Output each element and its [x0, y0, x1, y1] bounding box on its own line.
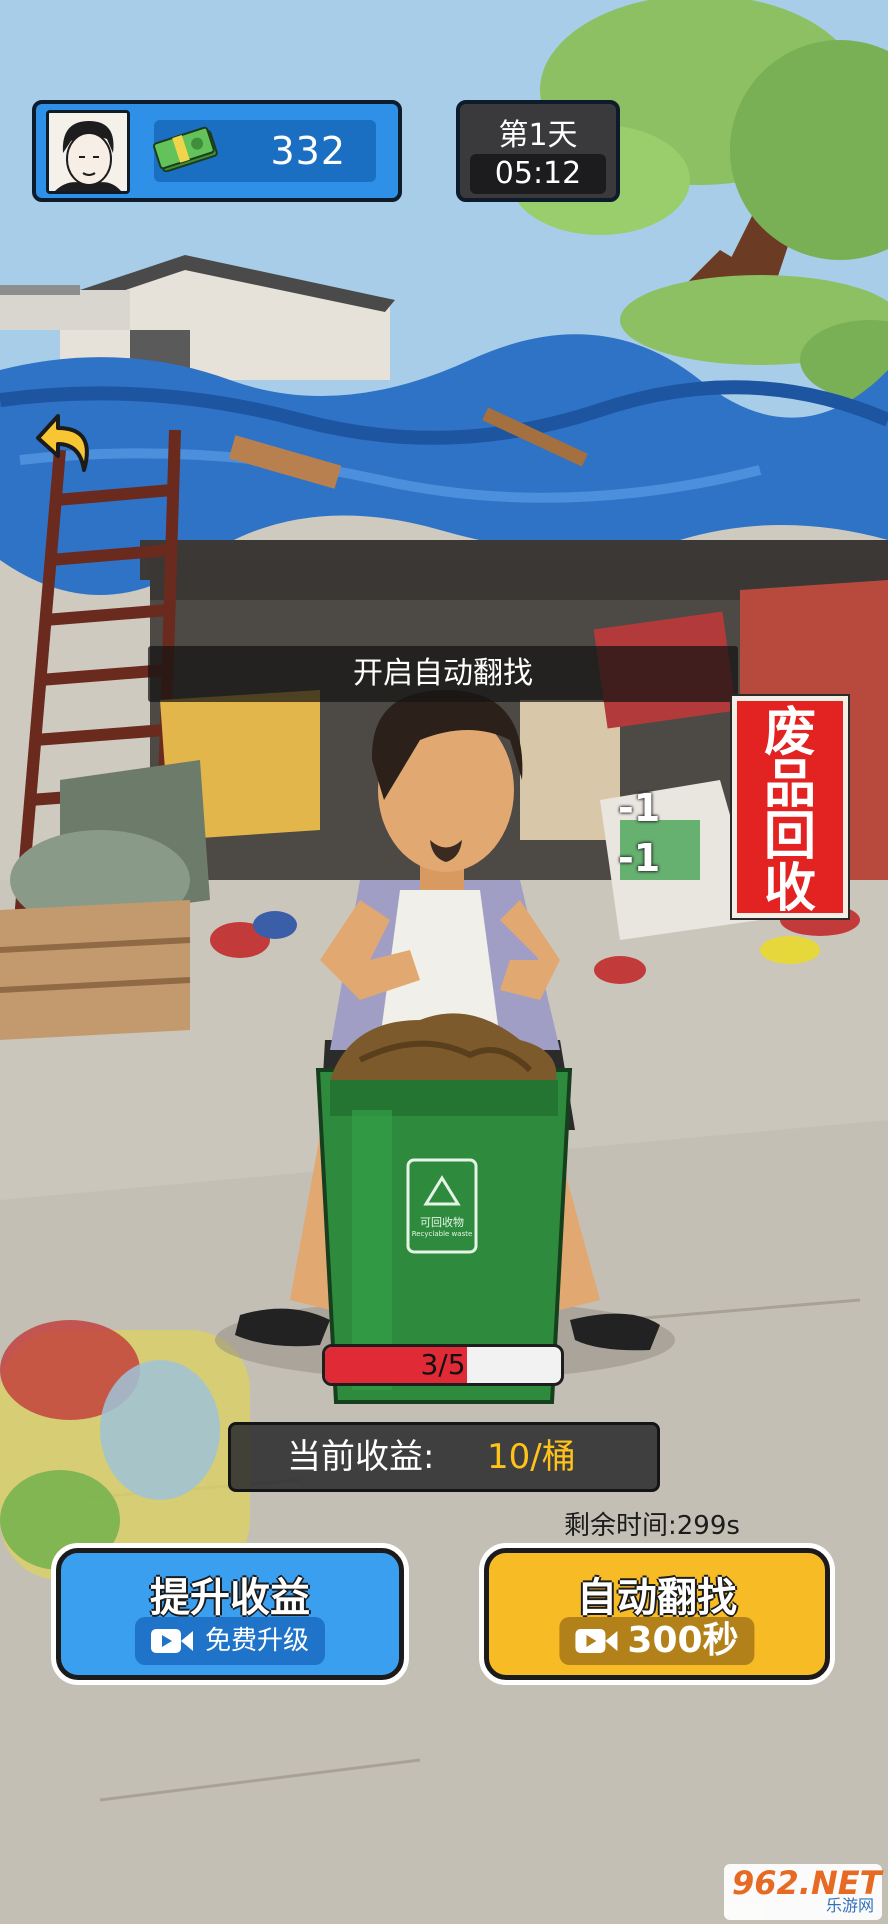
- bin-label-cn: 可回收物: [420, 1216, 464, 1229]
- day-timer-card: 第1天 05:12: [456, 100, 620, 202]
- back-button[interactable]: [34, 410, 96, 476]
- video-ad-icon: [150, 1629, 193, 1653]
- clock-display: 05:12: [470, 154, 606, 194]
- auto-search-banner: 开启自动翻找: [148, 646, 738, 702]
- auto-duration-pill: 300秒: [559, 1617, 755, 1665]
- remaining-time-text: 剩余时间:299s: [564, 1511, 740, 1541]
- avatar-portrait-icon: [49, 113, 127, 191]
- sign-char-3: 回: [763, 806, 816, 867]
- watermark-site-name: 乐游网: [825, 1896, 874, 1915]
- upgrade-income-button[interactable]: 提升收益 免费升级: [56, 1548, 404, 1680]
- bin-label-en: Recyclable waste: [411, 1230, 473, 1238]
- free-upgrade-pill: 免费升级: [134, 1617, 326, 1665]
- floating-loss-indicator: -1: [618, 836, 661, 880]
- floating-loss-indicator: -1: [618, 786, 661, 830]
- auto-duration-label: 300秒: [627, 1620, 739, 1661]
- site-watermark: 962.NET 乐游网: [724, 1864, 882, 1920]
- income-label: 当前收益:: [287, 1437, 435, 1477]
- sign-char-4: 收: [763, 858, 816, 919]
- video-ad-icon: [575, 1629, 618, 1653]
- back-arrow-icon: [36, 414, 89, 472]
- bin-search-progress: 3/5: [322, 1344, 564, 1386]
- player-money-card: 332: [32, 100, 402, 202]
- cash-icon: [152, 126, 218, 172]
- sign-char-2: 品: [763, 754, 816, 815]
- free-upgrade-label: 免费升级: [204, 1626, 310, 1656]
- sign-char-1: 废: [763, 702, 816, 763]
- recycling-station-sign: 废 品 回 收: [730, 694, 850, 920]
- auto-search-title: 自动翻找: [577, 1575, 737, 1621]
- current-income-panel: 当前收益: 10/桶: [228, 1422, 660, 1492]
- day-label: 第1天: [498, 118, 578, 153]
- auto-search-button[interactable]: 自动翻找 300秒: [484, 1548, 830, 1680]
- income-value: 10/桶: [487, 1437, 576, 1477]
- progress-text: 3/5: [420, 1348, 466, 1381]
- money-value: 332: [270, 129, 346, 173]
- upgrade-income-title: 提升收益: [150, 1575, 310, 1621]
- player-avatar[interactable]: [46, 110, 130, 194]
